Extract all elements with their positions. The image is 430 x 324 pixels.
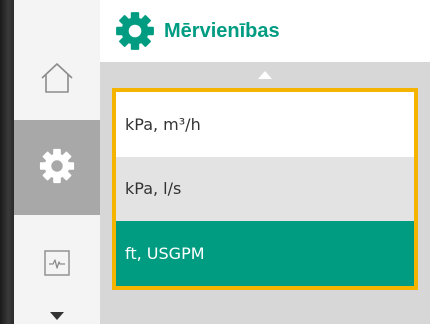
gear-icon [114,10,160,52]
rail-item-home[interactable] [14,40,100,120]
list-scroll-up[interactable] [100,68,430,82]
home-icon [39,61,75,99]
option-label: kPa, m³/h [125,114,201,134]
chevron-down-icon [50,312,64,320]
page-title: Mērvienības [164,19,280,42]
option-label: kPa, l/s [125,179,182,199]
page-header: Mērvienības [100,0,430,62]
diagnostics-icon [43,249,71,281]
chevron-up-icon [258,71,272,79]
rail-item-diagnostics[interactable] [14,230,100,300]
device-bezel [0,0,14,324]
rail-item-settings[interactable] [14,120,100,215]
rail-scroll-down[interactable] [14,308,100,324]
units-option-list: kPa, m³/h kPa, l/s ft, USGPM [112,88,418,290]
option-kpa-ls[interactable]: kPa, l/s [116,156,414,222]
option-ft-usgpm[interactable]: ft, USGPM [116,221,414,286]
option-label: ft, USGPM [125,243,205,263]
navigation-rail [14,0,101,324]
option-kpa-m3h[interactable]: kPa, m³/h [116,92,414,157]
gear-icon [38,147,76,189]
